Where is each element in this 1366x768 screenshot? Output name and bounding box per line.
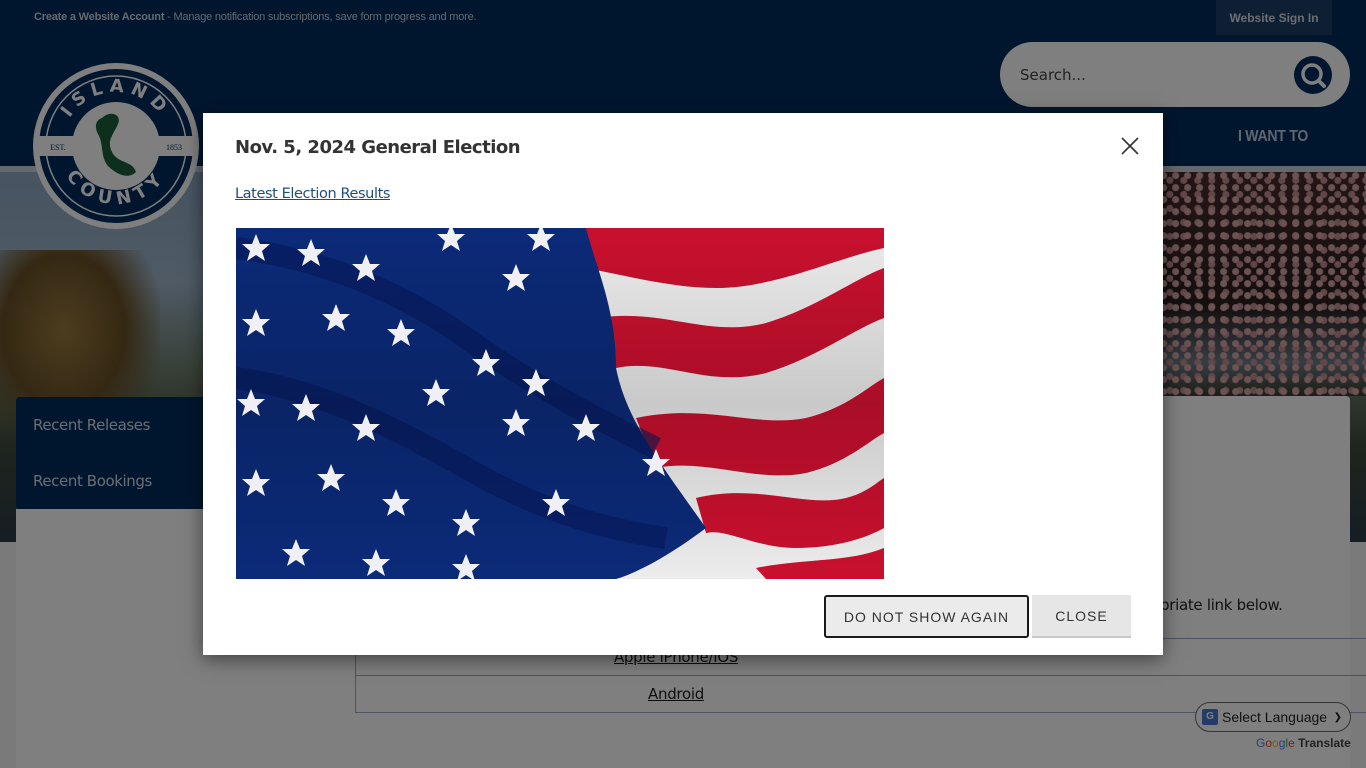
modal-close-button[interactable] (1119, 135, 1141, 157)
flag-graphic (236, 228, 884, 579)
american-flag-image (236, 228, 884, 579)
close-icon (1121, 137, 1139, 155)
latest-election-results-link[interactable]: Latest Election Results (235, 186, 390, 202)
election-alert-modal: Nov. 5, 2024 General Election Latest Ele… (203, 113, 1163, 655)
do-not-show-again-button[interactable]: DO NOT SHOW AGAIN (824, 595, 1029, 638)
modal-title: Nov. 5, 2024 General Election (235, 137, 521, 158)
close-button[interactable]: CLOSE (1032, 595, 1131, 638)
